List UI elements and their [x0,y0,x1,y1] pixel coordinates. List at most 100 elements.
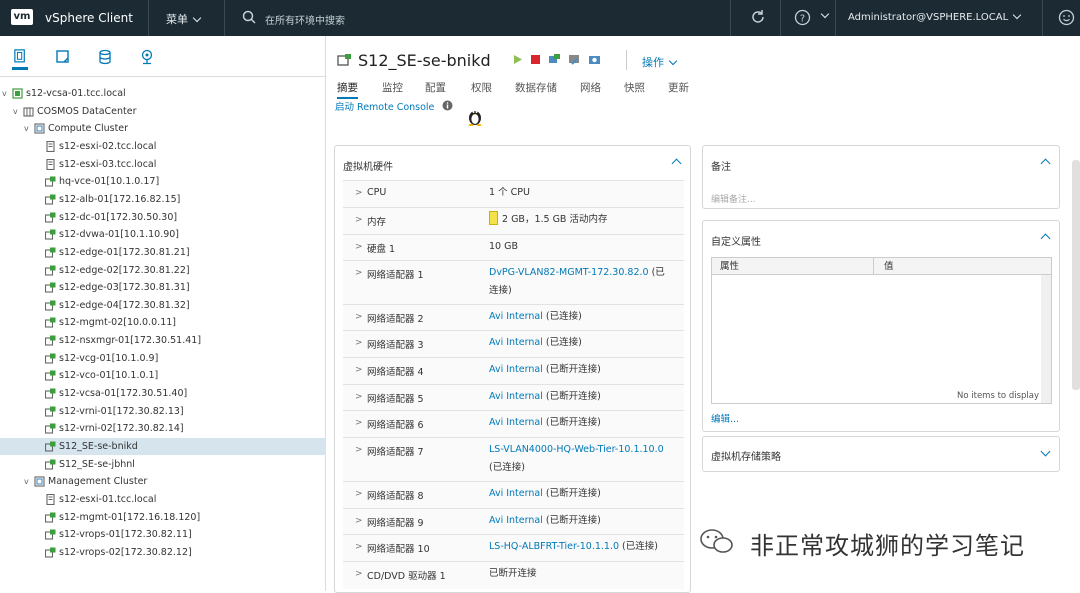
tree-node[interactable]: s12-edge-02[172.30.81.22] [0,262,326,279]
tree-node[interactable]: s12-vcsa-01[172.30.51.40] [0,385,326,402]
expand-arrow-icon[interactable]: > [355,542,363,552]
network-link[interactable]: Avi Internal [489,337,543,348]
tree-node[interactable]: v s12-vcsa-01.tcc.local [0,85,326,102]
global-search-input[interactable]: 在所有环境中搜索 [265,12,345,27]
launch-remote-console-link[interactable]: 启动 Remote Console [335,99,434,113]
expand-arrow-icon[interactable]: > [355,516,363,526]
tree-node[interactable]: s12-esxi-01.tcc.local [0,491,326,508]
hardware-row[interactable]: > 网络适配器 6 Avi Internal (已断开连接) [343,410,684,437]
tree-node[interactable]: s12-vrni-02[172.30.82.14] [0,420,326,437]
chevron-down-icon[interactable] [1040,446,1051,457]
chevron-up-icon[interactable] [1040,158,1051,169]
refresh-icon[interactable] [749,8,767,26]
help-icon[interactable]: ? [794,9,811,26]
hardware-row[interactable]: > CPU 1 个 CPU [343,180,684,207]
hardware-row[interactable]: > 网络适配器 5 Avi Internal (已断开连接) [343,384,684,410]
expand-arrow-icon[interactable]: > [355,365,363,375]
vms-templates-icon[interactable] [55,49,71,65]
hardware-row[interactable]: > 网络适配器 7 LS-VLAN4000-HQ-Web-Tier-10.1.10.… [343,437,684,481]
tree-node[interactable]: s12-edge-04[172.30.81.32] [0,297,326,314]
user-menu[interactable]: Administrator@VSPHERE.LOCAL [848,10,1022,23]
tab-networks[interactable]: 网络 [580,80,601,95]
tab-configure[interactable]: 配置 [425,80,446,95]
networking-icon[interactable] [139,49,155,65]
tab-summary[interactable]: 摘要 [337,80,358,99]
tab-permissions[interactable]: 权限 [471,80,492,95]
hardware-row[interactable]: > 网络适配器 9 Avi Internal (已断开连接) [343,508,684,534]
tree-node[interactable]: s12-mgmt-01[172.16.18.120] [0,509,326,526]
actions-menu[interactable]: 操作 [642,54,678,70]
expand-arrow-icon[interactable]: > [355,312,363,322]
tab-datastores[interactable]: 数据存储 [515,80,557,95]
hardware-row[interactable]: > 内存 2 GB，1.5 GB 活动内存 [343,207,684,234]
tree-node[interactable]: s12-dc-01[172.30.50.30] [0,209,326,226]
network-link[interactable]: LS-VLAN4000-HQ-Web-Tier-10.1.10.0 [489,444,664,455]
page-scrollbar[interactable] [1072,160,1080,390]
expand-arrow-icon[interactable]: > [355,489,363,499]
network-link[interactable]: Avi Internal [489,311,543,322]
hardware-row[interactable]: > 硬盘 1 10 GB [343,234,684,260]
tree-node[interactable]: s12-esxi-03.tcc.local [0,156,326,173]
edit-attributes-link[interactable]: 编辑... [711,411,739,425]
expand-arrow-icon[interactable]: > [355,242,363,252]
hardware-row[interactable]: > 网络适配器 2 Avi Internal (已连接) [343,304,684,330]
tree-node[interactable]: s12-vrops-02[172.30.82.12] [0,544,326,561]
expand-arrow-icon[interactable]: > [355,392,363,402]
tree-node[interactable]: S12_SE-se-bnikd [0,438,326,455]
info-icon[interactable] [442,100,453,111]
expand-arrow-icon[interactable]: > [355,215,363,225]
table-scrollbar[interactable] [1041,275,1051,403]
expand-toggle-icon[interactable]: v [24,120,32,137]
hardware-row[interactable]: > 网络适配器 10 LS-HQ-ALBFRT-Tier-10.1.1.0 (已连接… [343,534,684,561]
chevron-down-icon[interactable] [820,9,830,19]
vmware-logo[interactable]: vm [11,9,33,25]
expand-arrow-icon[interactable]: > [355,188,363,198]
tree-node[interactable]: s12-esxi-02.tcc.local [0,138,326,155]
power-off-icon[interactable] [529,53,542,66]
chevron-up-icon[interactable] [671,158,682,169]
tree-node[interactable]: s12-vrni-01[172.30.82.13] [0,403,326,420]
network-link[interactable]: Avi Internal [489,515,543,526]
tab-updates[interactable]: 更新 [668,80,689,95]
storage-icon[interactable] [97,49,113,65]
hardware-row[interactable]: > CD/DVD 驱动器 1 已断开连接 [343,561,684,589]
launch-console-icon[interactable] [548,53,561,66]
expand-arrow-icon[interactable]: > [355,268,363,278]
expand-arrow-icon[interactable]: > [355,338,363,348]
tree-node[interactable]: v COSMOS DataCenter [0,103,326,120]
network-link[interactable]: Avi Internal [489,364,543,375]
network-link[interactable]: Avi Internal [489,417,543,428]
network-link[interactable]: DvPG-VLAN82-MGMT-172.30.82.0 [489,267,649,278]
feedback-smiley-icon[interactable] [1058,9,1075,26]
column-header-attribute[interactable]: 属性 [712,258,874,275]
tab-monitor[interactable]: 监控 [382,80,403,95]
tab-snapshots[interactable]: 快照 [624,80,645,95]
tree-node[interactable]: s12-vrops-01[172.30.82.11] [0,526,326,543]
app-name[interactable]: vSphere Client [45,11,133,25]
tree-node[interactable]: s12-edge-03[172.30.81.31] [0,279,326,296]
hardware-row[interactable]: > 网络适配器 8 Avi Internal (已断开连接) [343,481,684,508]
tree-node[interactable]: v Compute Cluster [0,120,326,137]
network-link[interactable]: Avi Internal [489,391,543,402]
search-icon[interactable] [242,10,256,24]
hosts-clusters-icon[interactable] [12,49,28,70]
hardware-row[interactable]: > 网络适配器 3 Avi Internal (已连接) [343,330,684,357]
migrate-icon[interactable] [568,53,581,66]
edit-notes-link[interactable]: 编辑备注... [711,192,756,205]
expand-toggle-icon[interactable]: v [13,103,21,120]
network-link[interactable]: LS-HQ-ALBFRT-Tier-10.1.1.0 [489,541,619,552]
power-on-icon[interactable] [511,53,524,66]
hardware-row[interactable]: > 网络适配器 4 Avi Internal (已断开连接) [343,357,684,384]
snapshot-icon[interactable] [588,53,601,66]
chevron-up-icon[interactable] [1040,233,1051,244]
expand-arrow-icon[interactable]: > [355,445,363,455]
tree-node[interactable]: s12-nsxmgr-01[172.30.51.41] [0,332,326,349]
tree-node[interactable]: s12-vco-01[10.1.0.1] [0,367,326,384]
column-header-value[interactable]: 值 [874,258,1051,275]
main-menu-button[interactable]: 菜单 [166,11,202,27]
tree-node[interactable]: v Management Cluster [0,473,326,490]
expand-arrow-icon[interactable]: > [355,569,363,579]
expand-arrow-icon[interactable]: > [355,418,363,428]
tree-node[interactable]: s12-dvwa-01[10.1.10.90] [0,226,326,243]
network-link[interactable]: Avi Internal [489,488,543,499]
